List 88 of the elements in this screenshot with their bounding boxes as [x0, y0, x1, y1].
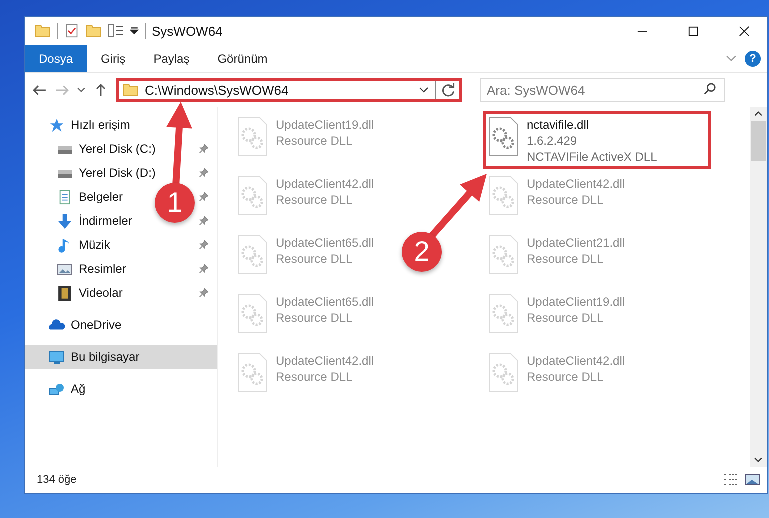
sidebar-item[interactable]: Videolar — [25, 281, 127, 305]
file-detail: Resource DLL — [276, 192, 354, 208]
pin-icon[interactable] — [199, 144, 209, 154]
cloud-icon — [49, 318, 65, 332]
dll-file-icon — [489, 176, 519, 216]
file-detail: Resource DLL — [276, 310, 354, 326]
dll-file-icon — [489, 235, 519, 275]
sidebar-item[interactable]: Müzik — [25, 233, 114, 257]
address-bar[interactable]: C:\Windows\SysWOW64 — [116, 78, 462, 102]
sidebar-item[interactable]: Ağ — [25, 377, 217, 401]
file-description: NCTAVIFile ActiveX DLL — [527, 149, 658, 165]
dropdown-icon[interactable] — [130, 27, 139, 35]
scrollbar[interactable] — [750, 107, 767, 467]
pin-icon[interactable] — [199, 288, 209, 298]
close-icon[interactable] — [739, 26, 750, 36]
pin-icon[interactable] — [199, 264, 209, 274]
search-field[interactable]: Ara: SysWOW64 — [480, 78, 725, 102]
dll-file-icon — [238, 117, 268, 157]
dll-file-icon — [489, 353, 519, 393]
sidebar-item[interactable]: Bu bilgisayar — [25, 345, 217, 369]
sidebar-item[interactable]: Yerel Disk (C:) — [25, 137, 160, 161]
pin-icon[interactable] — [199, 192, 209, 202]
file-name: nctavifile.dll — [527, 117, 590, 133]
dll-file-icon — [489, 294, 519, 334]
pin-icon[interactable] — [199, 168, 209, 178]
file-detail: Resource DLL — [276, 251, 354, 267]
sidebar-item[interactable]: Resimler — [25, 257, 130, 281]
pin-icon[interactable] — [199, 216, 209, 226]
file-detail: 1.6.2.429 — [527, 133, 578, 149]
ribbon-tab[interactable]: Paylaş — [140, 45, 204, 72]
dll-file-icon — [238, 353, 268, 393]
scroll-up-icon[interactable] — [754, 111, 763, 117]
sidebar-item[interactable]: Hızlı erişim — [25, 113, 217, 137]
dll-file-icon — [238, 294, 268, 334]
properties-icon[interactable] — [108, 24, 124, 38]
window-title: SysWOW64 — [152, 24, 223, 38]
file-detail: Resource DLL — [276, 369, 354, 385]
up-icon[interactable] — [94, 84, 108, 96]
download-arrow-icon — [57, 214, 73, 228]
address-path: C:\Windows\SysWOW64 — [145, 82, 290, 98]
file-detail: Resource DLL — [527, 251, 605, 267]
item-count: 134 öğe — [37, 474, 77, 486]
details-view-icon[interactable] — [723, 474, 739, 486]
dll-file-icon — [489, 117, 519, 157]
file-name: UpdateClient42.dll — [276, 353, 374, 369]
checklist-icon[interactable] — [64, 24, 80, 38]
scroll-down-icon[interactable] — [754, 457, 763, 463]
dropdown-icon[interactable] — [419, 87, 429, 93]
monitor-icon — [49, 350, 65, 364]
star-icon — [49, 118, 65, 132]
back-icon[interactable] — [33, 84, 47, 96]
file-name: UpdateClient19.dll — [276, 117, 374, 133]
file-detail: Resource DLL — [527, 310, 605, 326]
chevron-icon[interactable] — [726, 55, 737, 62]
file-detail: Resource DLL — [276, 133, 354, 149]
sidebar-item[interactable]: Belgeler — [25, 185, 128, 209]
folder-icon — [123, 83, 139, 97]
file-name: UpdateClient19.dll — [527, 294, 626, 310]
ribbon-tab[interactable]: Görünüm — [204, 45, 282, 72]
file-name: UpdateClient65.dll — [276, 294, 374, 310]
file-name: UpdateClient65.dll — [276, 235, 374, 251]
network-icon — [49, 382, 65, 396]
thumbnails-view-icon[interactable] — [745, 474, 761, 486]
file-name: UpdateClient42.dll — [527, 353, 626, 369]
film-icon — [57, 286, 73, 300]
picture-icon — [57, 262, 73, 276]
scroll-thumb[interactable] — [751, 121, 766, 161]
pin-icon[interactable] — [199, 240, 209, 250]
annotation-arrow — [429, 174, 487, 239]
search-icon[interactable] — [704, 83, 717, 96]
refresh-icon[interactable] — [442, 82, 456, 98]
file-item[interactable]: nctavifile.dll 1.6.2.429 NCTAVIFile ActiveX DLL — [483, 111, 711, 169]
file-name: UpdateClient42.dll — [276, 176, 374, 192]
ribbon-tab[interactable]: Giriş — [87, 45, 140, 72]
dll-file-icon — [238, 176, 268, 216]
sidebar-item[interactable]: İndirmeler — [25, 209, 136, 233]
sidebar-item[interactable]: OneDrive — [25, 313, 217, 337]
help-button[interactable]: ? — [745, 50, 761, 66]
file-detail: Resource DLL — [527, 192, 605, 208]
dll-file-icon — [238, 235, 268, 275]
sidebar-item[interactable]: Yerel Disk (D:) — [25, 161, 160, 185]
file-name: UpdateClient21.dll — [527, 235, 626, 251]
maximize-icon[interactable] — [688, 26, 699, 36]
file-name: UpdateClient42.dll — [527, 176, 626, 192]
file-detail: Resource DLL — [527, 369, 605, 385]
document-icon — [57, 190, 73, 204]
ribbon-tab[interactable]: Dosya — [25, 45, 88, 72]
recent-icon[interactable] — [77, 87, 86, 93]
